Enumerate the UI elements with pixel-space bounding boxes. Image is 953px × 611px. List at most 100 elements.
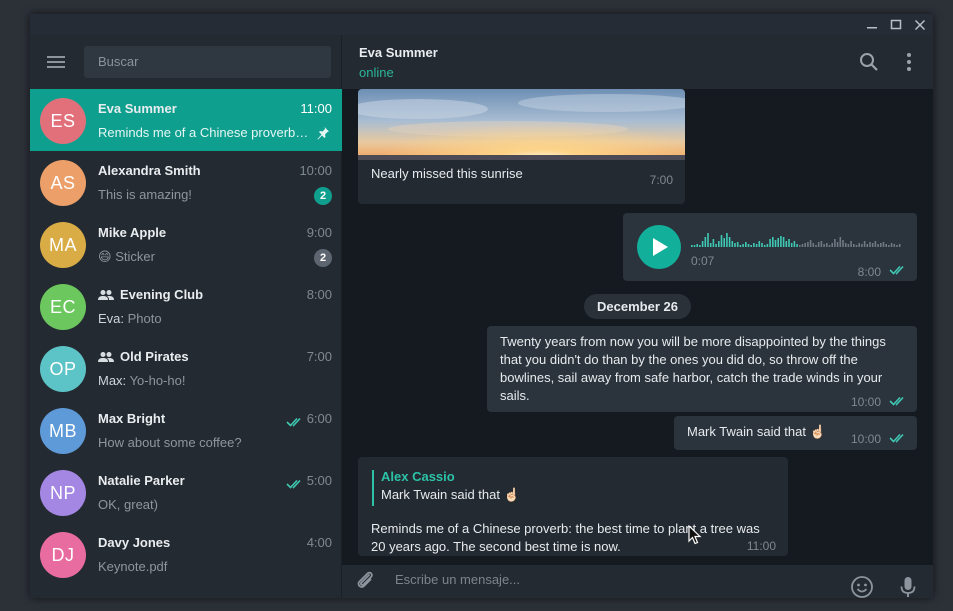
waveform-bar	[804, 243, 806, 247]
waveform-bar	[774, 240, 777, 247]
chat-name: Mike Apple	[98, 225, 167, 240]
waveform-bar	[780, 236, 782, 247]
double-check-icon	[889, 265, 904, 275]
reply-bar	[372, 470, 374, 506]
waveform-bar	[863, 241, 866, 247]
waveform-bar	[893, 244, 896, 247]
peer-status: online	[359, 65, 394, 80]
waveform-bar	[869, 242, 871, 247]
incoming-reply-message[interactable]: Alex Cassio Mark Twain said that ☝🏻 Remi…	[358, 457, 788, 556]
waveform-bar	[747, 244, 750, 247]
chat-preview: Max: Yo-ho-ho!	[98, 373, 310, 388]
message-input[interactable]: Escribe un mensaje...	[395, 572, 520, 587]
window-titlebar	[30, 14, 933, 35]
waveform-bar	[731, 241, 734, 247]
chat-list-item[interactable]: AS Alexandra Smith 10:00 This is amazing…	[30, 151, 342, 213]
avatar: ES	[40, 98, 86, 144]
minimize-icon[interactable]	[860, 14, 884, 35]
waveform-bar	[861, 244, 863, 247]
close-icon[interactable]	[908, 14, 932, 35]
waveform-bar	[718, 241, 720, 247]
chat-list-item[interactable]: DJ Davy Jones 4:00 Keynote.pdf	[30, 523, 342, 585]
search-icon[interactable]	[857, 50, 881, 74]
peer-name[interactable]: Eva Summer	[359, 45, 438, 60]
chat-view: Eva Summer online Nearly missed this sun…	[342, 35, 933, 598]
waveform-bar	[707, 233, 709, 247]
search-input[interactable]: Buscar	[84, 46, 331, 78]
chat-preview-text: Photo	[127, 311, 162, 326]
waveform-bar	[766, 244, 769, 247]
maximize-icon[interactable]	[884, 14, 908, 35]
microphone-icon[interactable]	[896, 575, 920, 598]
double-check-icon	[889, 396, 904, 406]
chat-preview: How about some coffee?	[98, 435, 242, 450]
avatar: EC	[40, 284, 86, 330]
avatar: OP	[40, 346, 86, 392]
hamburger-menu-icon[interactable]	[46, 53, 66, 71]
double-check-icon	[889, 433, 904, 443]
waveform-bar	[763, 245, 766, 247]
waveform-bar	[782, 237, 785, 247]
message-composer: Escribe un mensaje...	[342, 565, 933, 598]
reply-author[interactable]: Alex Cassio	[381, 468, 455, 486]
chat-time: 4:00	[306, 535, 332, 550]
unread-badge: 2	[314, 249, 332, 267]
chat-time: 11:00	[300, 101, 332, 116]
play-button[interactable]	[637, 225, 681, 269]
chat-list-item[interactable]: MA Mike Apple 9:00 😄 Sticker 2	[30, 213, 342, 275]
emoji: ☝🏻	[809, 424, 826, 439]
avatar: MA	[40, 222, 86, 268]
waveform-bar	[877, 244, 879, 247]
sunrise-photo[interactable]	[358, 89, 685, 160]
waveform-bar	[777, 238, 779, 247]
waveform-bar	[812, 243, 815, 247]
waveform-bar	[745, 242, 747, 247]
more-options-icon[interactable]	[897, 50, 921, 74]
chat-list-item[interactable]: ES Eva Summer 11:00 Reminds me of a Chin…	[30, 89, 342, 151]
message-time: 11:00	[746, 539, 776, 553]
waveform-bar	[880, 243, 882, 247]
waveform-bar	[691, 245, 693, 247]
chat-name-text: Old Pirates	[120, 349, 189, 364]
waveform-bar	[828, 245, 831, 247]
waveform-bar	[823, 244, 825, 247]
photo-message[interactable]: Nearly missed this sunrise 7:00	[358, 89, 685, 204]
chat-list-item[interactable]: OP Old Pirates 7:00 Max: Yo-ho-ho!	[30, 337, 342, 399]
waveform-bar	[836, 242, 839, 247]
waveform-bar	[896, 245, 898, 247]
waveform-bar	[858, 243, 860, 247]
chat-list-item[interactable]: EC Evening Club 8:00 Eva: Photo	[30, 275, 342, 337]
chat-preview: 😄 Sticker	[98, 249, 310, 265]
message-text: Mark Twain said that ☝🏻	[687, 423, 826, 441]
message-time: 10:00	[850, 432, 881, 446]
waveform-bar	[826, 243, 828, 247]
preview-sender: Eva:	[98, 311, 125, 326]
chat-list-item[interactable]: NP Natalie Parker 5:00 OK, great)	[30, 461, 342, 523]
waveform-bar	[772, 237, 774, 247]
chat-name: Natalie Parker	[98, 473, 185, 488]
double-check-icon	[286, 476, 304, 494]
chat-preview-text: Sticker	[115, 249, 155, 264]
waveform-bar	[820, 241, 823, 247]
chat-time: 7:00	[306, 349, 332, 364]
chat-list-item[interactable]: MB Max Bright 6:00 How about some coffee…	[30, 399, 342, 461]
avatar: NP	[40, 470, 86, 516]
waveform-bar	[769, 239, 771, 247]
attach-icon[interactable]	[353, 569, 377, 593]
waveform-bar	[831, 243, 833, 247]
waveform-bar	[850, 241, 852, 247]
mouse-cursor-icon	[688, 525, 702, 545]
waveform-bar	[753, 243, 755, 247]
waveform[interactable]	[691, 225, 903, 249]
waveform-bar	[750, 245, 752, 247]
group-icon	[98, 351, 114, 366]
app-window: Buscar ES Eva Summer 11:00 Reminds me of…	[30, 14, 933, 598]
sidebar-header: Buscar	[30, 35, 342, 89]
outgoing-message[interactable]: Twenty years from now you will be more d…	[487, 326, 917, 412]
waveform-bar	[728, 237, 731, 247]
voice-duration: 0:07	[691, 254, 715, 268]
waveform-bar	[709, 243, 712, 247]
outgoing-message[interactable]: Mark Twain said that ☝🏻 10:00	[674, 416, 917, 450]
reply-quote-text: Mark Twain said that ☝🏻	[381, 487, 520, 502]
emoji-icon[interactable]	[850, 575, 874, 598]
